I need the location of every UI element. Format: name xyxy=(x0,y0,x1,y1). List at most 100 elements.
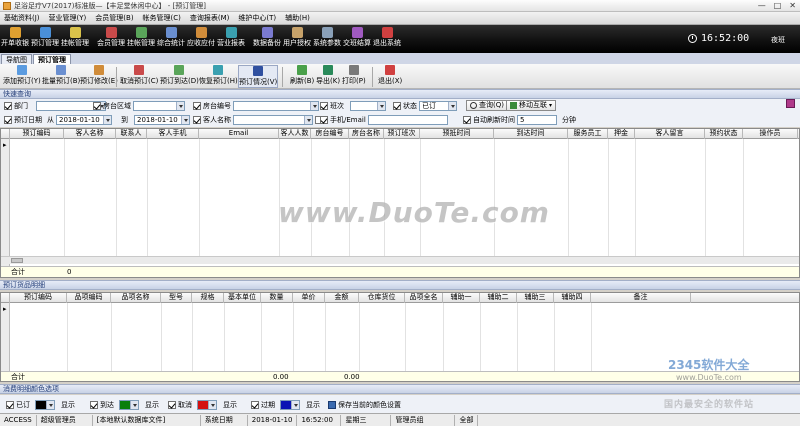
col-remarks[interactable]: 备注 xyxy=(591,293,691,303)
edit-booking-button[interactable]: 预订修改(E) xyxy=(80,65,118,86)
menu-members[interactable]: 会员管理(B) xyxy=(95,13,133,23)
save-colors-button[interactable]: 保存当前的颜色设置 xyxy=(338,400,401,410)
menu-business[interactable]: 营业管理(Y) xyxy=(49,13,87,23)
cancelled-color-picker[interactable] xyxy=(197,400,217,410)
batch-booking-button[interactable]: 批量预订(B) xyxy=(42,65,80,86)
col-spec[interactable]: 规格 xyxy=(192,293,224,303)
menu-help[interactable]: 辅助(H) xyxy=(285,13,310,23)
customer-name-select[interactable] xyxy=(233,115,313,125)
menu-accounts[interactable]: 帐务管理(C) xyxy=(143,13,181,23)
col-customer-mobile[interactable]: 客人手机 xyxy=(147,129,199,139)
backup-button[interactable]: 数据备份 xyxy=(253,25,281,48)
shift-select[interactable] xyxy=(350,101,386,111)
col-warehouse[interactable]: 仓库货位 xyxy=(359,293,405,303)
col-operator[interactable]: 操作员 xyxy=(743,129,798,139)
status-select[interactable]: 已订 xyxy=(419,101,457,111)
date-checkbox[interactable] xyxy=(4,116,12,124)
shift-checkbox[interactable] xyxy=(320,102,328,110)
print-button[interactable]: 打印(P) xyxy=(342,65,366,86)
exit-button[interactable]: 退出(X) xyxy=(378,65,402,86)
tab-navigation[interactable]: 导航图 xyxy=(1,54,32,64)
booked-color-picker[interactable] xyxy=(35,400,55,410)
business-report-button[interactable]: 营业报表 xyxy=(217,25,245,48)
expired-color-picker[interactable] xyxy=(280,400,300,410)
col-item-code[interactable]: 品项编码 xyxy=(67,293,111,303)
billing-button[interactable]: 开单收银 xyxy=(1,25,29,48)
menu-basic-data[interactable]: 基础资料(J) xyxy=(4,13,40,23)
col-expected-time[interactable]: 预抵时间 xyxy=(420,129,494,139)
customer-name-checkbox[interactable] xyxy=(193,116,201,124)
col-aux1[interactable]: 辅助一 xyxy=(443,293,480,303)
auto-refresh-input[interactable]: 5 xyxy=(517,115,557,125)
date-from-select[interactable]: 2018-01-10 xyxy=(56,115,112,125)
menu-maintenance[interactable]: 维护中心(T) xyxy=(238,13,276,23)
member-mgmt-button[interactable]: 会员管理 xyxy=(97,25,125,48)
col-room-no[interactable]: 房台编号 xyxy=(311,129,349,139)
phone-input[interactable] xyxy=(367,115,448,125)
minimize-button[interactable]: — xyxy=(758,1,766,10)
add-booking-button[interactable]: 添加预订(Y) xyxy=(3,65,41,86)
col-item-booking-code[interactable]: 预订编码 xyxy=(10,293,67,303)
status-checkbox[interactable] xyxy=(393,102,401,110)
col-guest-count[interactable]: 客人人数 xyxy=(279,129,311,139)
col-item-fullname[interactable]: 品项全名 xyxy=(405,293,443,303)
credit-mgmt2-button[interactable]: 挂帐管理 xyxy=(127,25,155,48)
room-no-select[interactable] xyxy=(233,101,319,111)
exit-system-button[interactable]: 退出系统 xyxy=(373,25,401,48)
col-contact[interactable]: 联系人 xyxy=(116,129,147,139)
col-email[interactable]: Email xyxy=(199,129,279,139)
col-aux4[interactable]: 辅助四 xyxy=(554,293,591,303)
phone-checkbox[interactable] xyxy=(320,116,328,124)
refresh-button[interactable]: 刷新(B) xyxy=(290,65,314,86)
scroll-thumb[interactable] xyxy=(11,258,23,263)
col-customer-name[interactable]: 客人名称 xyxy=(64,129,116,139)
col-message[interactable]: 客人留言 xyxy=(635,129,705,139)
close-button[interactable]: ✕ xyxy=(789,1,796,10)
room-area-select[interactable] xyxy=(133,101,185,111)
col-booking-code[interactable]: 预订编码 xyxy=(10,129,64,139)
room-no-checkbox[interactable] xyxy=(193,102,201,110)
tab-booking-mgmt[interactable]: 预订管理 xyxy=(33,54,71,64)
credit-mgmt-button[interactable]: 挂帐管理 xyxy=(61,25,89,48)
shift-settle-button[interactable]: 交班结算 xyxy=(343,25,371,48)
col-amount[interactable]: 金额 xyxy=(325,293,359,303)
date-to-select[interactable]: 2018-01-10 xyxy=(134,115,190,125)
mobile-link-button[interactable]: 移动互联 ▾ xyxy=(506,100,557,111)
maximize-button[interactable]: □ xyxy=(774,1,782,10)
restore-booking-button[interactable]: 恢复预订(H) xyxy=(199,65,238,86)
auto-refresh-checkbox[interactable] xyxy=(463,116,471,124)
col-aux2[interactable]: 辅助二 xyxy=(480,293,517,303)
dept-checkbox[interactable] xyxy=(4,102,12,110)
book-icon[interactable] xyxy=(786,99,795,108)
user-auth-button[interactable]: 用户授权 xyxy=(283,25,311,48)
booking-status-button[interactable]: 预订情况(V) xyxy=(238,65,279,88)
query-button[interactable]: 查询(Q) xyxy=(466,100,508,111)
expired-color-checkbox[interactable] xyxy=(251,401,259,409)
arrived-color-checkbox[interactable] xyxy=(90,401,98,409)
cancelled-color-checkbox[interactable] xyxy=(168,401,176,409)
booking-grid-hscroll[interactable] xyxy=(1,256,799,264)
col-quantity[interactable]: 数量 xyxy=(261,293,293,303)
cancel-booking-button[interactable]: 取消预订(C) xyxy=(120,65,158,86)
col-booking-shift[interactable]: 预订班次 xyxy=(384,129,420,139)
system-params-button[interactable]: 系统参数 xyxy=(313,25,341,48)
statistics-button[interactable]: 综合统计 xyxy=(157,25,185,48)
booked-color-checkbox[interactable] xyxy=(6,401,14,409)
col-unit-price[interactable]: 单价 xyxy=(293,293,325,303)
col-room-name[interactable]: 房台名称 xyxy=(349,129,384,139)
col-aux3[interactable]: 辅助三 xyxy=(517,293,554,303)
room-area-checkbox[interactable] xyxy=(93,102,101,110)
receivables-button[interactable]: 应收应付 xyxy=(187,25,215,48)
col-model[interactable]: 型号 xyxy=(161,293,192,303)
col-booking-status[interactable]: 预约状态 xyxy=(705,129,743,139)
col-item-name[interactable]: 品项名称 xyxy=(111,293,161,303)
booking-mgmt-button[interactable]: 预订管理 xyxy=(31,25,59,48)
arrive-booking-button[interactable]: 预订到达(D) xyxy=(160,65,199,86)
export-button[interactable]: 导出(K) xyxy=(316,65,340,86)
menu-reports[interactable]: 查询报表(M) xyxy=(190,13,230,23)
col-unit[interactable]: 基本单位 xyxy=(224,293,261,303)
col-arrival-time[interactable]: 到达时间 xyxy=(494,129,568,139)
arrived-color-picker[interactable] xyxy=(119,400,139,410)
col-staff[interactable]: 服务员工 xyxy=(568,129,608,139)
col-deposit[interactable]: 押金 xyxy=(608,129,635,139)
